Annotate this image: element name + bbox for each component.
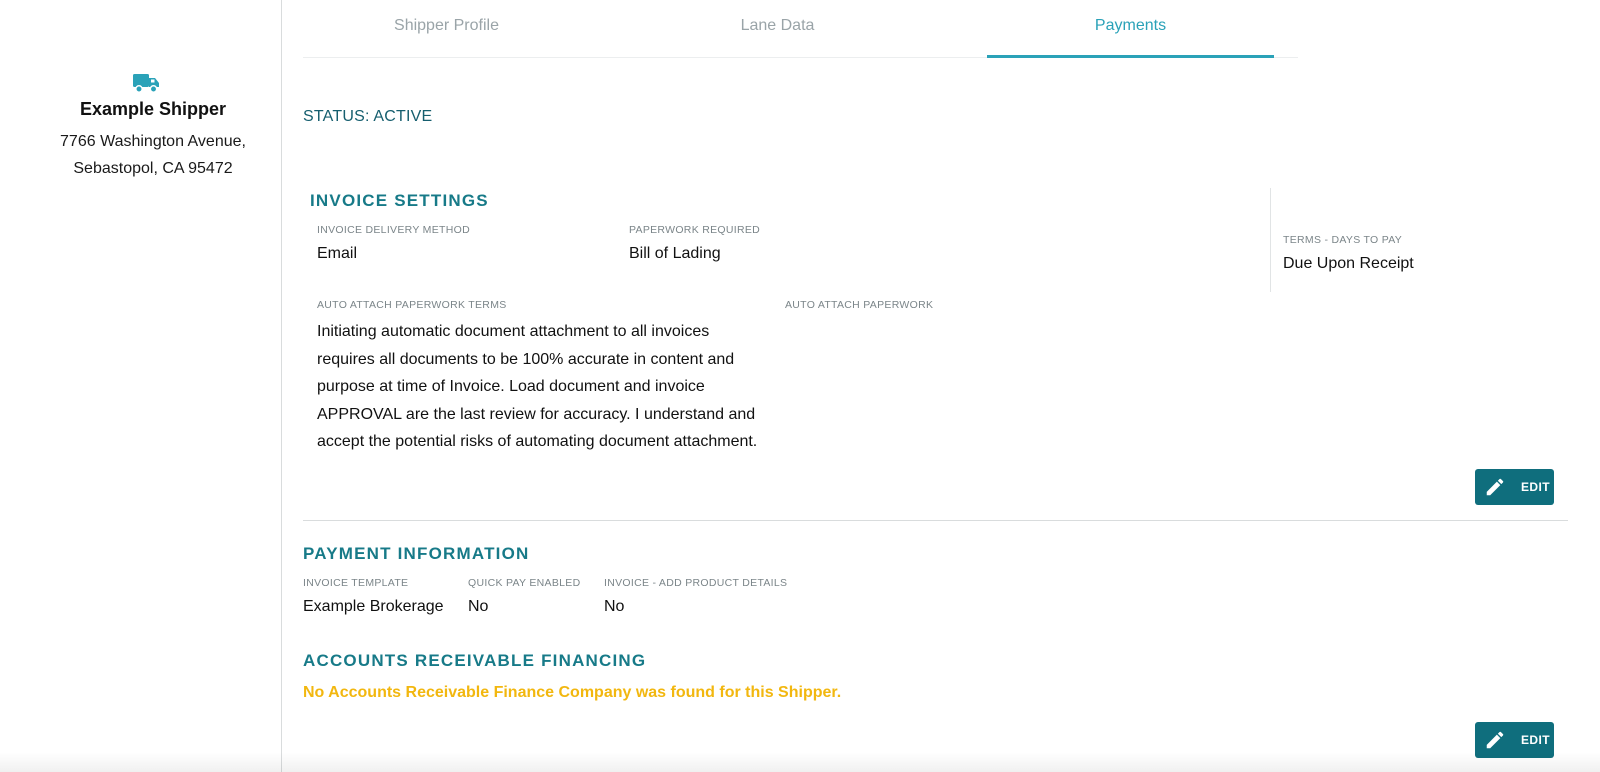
edit-label: EDIT bbox=[1521, 733, 1550, 747]
paperwork-required-value: Bill of Lading bbox=[629, 245, 721, 262]
address-line-2: Sebastopol, CA 95472 bbox=[73, 160, 233, 177]
add-product-details-value: No bbox=[604, 598, 625, 615]
ar-financing-warning: No Accounts Receivable Finance Company w… bbox=[303, 684, 842, 701]
tab-lane-data[interactable]: Lane Data bbox=[634, 0, 921, 58]
page: Example Shipper 7766 Washington Avenue, … bbox=[0, 0, 1600, 772]
quick-pay-enabled-value: No bbox=[468, 598, 489, 615]
auto-attach-terms-label: AUTO ATTACH PAPERWORK TERMS bbox=[317, 299, 507, 311]
invoice-template-value: Example Brokerage bbox=[303, 598, 444, 615]
auto-attach-terms-text: Initiating automatic document attachment… bbox=[317, 323, 758, 451]
bottom-shadow bbox=[0, 752, 1600, 772]
truck-icon bbox=[133, 74, 159, 93]
terms-days-to-pay-value: Due Upon Receipt bbox=[1283, 255, 1414, 272]
terms-days-to-pay-label: TERMS - DAYS TO PAY bbox=[1283, 234, 1403, 246]
edit-label: EDIT bbox=[1521, 480, 1550, 494]
status-text: STATUS: ACTIVE bbox=[303, 108, 433, 125]
add-product-details-label: INVOICE - ADD PRODUCT DETAILS bbox=[604, 577, 788, 589]
edit-invoice-settings-button[interactable]: EDIT bbox=[1475, 469, 1554, 505]
section-divider bbox=[303, 520, 1568, 521]
invoice-settings-title: INVOICE SETTINGS bbox=[310, 191, 489, 210]
vertical-divider bbox=[1270, 188, 1271, 292]
tab-bar: Shipper Profile Lane Data Payments bbox=[303, 0, 1298, 58]
invoice-delivery-method-label: INVOICE DELIVERY METHOD bbox=[317, 224, 470, 236]
pencil-icon bbox=[1486, 478, 1504, 496]
shipper-name: Example Shipper bbox=[79, 99, 227, 119]
tab-shipper-profile[interactable]: Shipper Profile bbox=[303, 0, 590, 58]
quick-pay-enabled-label: QUICK PAY ENABLED bbox=[468, 577, 581, 589]
auto-attach-paperwork-label: AUTO ATTACH PAPERWORK bbox=[785, 299, 934, 311]
pencil-icon bbox=[1486, 731, 1504, 749]
invoice-delivery-method-value: Email bbox=[317, 245, 358, 262]
ar-financing-title: ACCOUNTS RECEIVABLE FINANCING bbox=[303, 651, 647, 670]
payment-information-title: PAYMENT INFORMATION bbox=[303, 544, 530, 563]
shipper-address: 7766 Washington Avenue, Sebastopol, CA 9… bbox=[0, 128, 306, 182]
shipper-sidebar: Example Shipper 7766 Washington Avenue, … bbox=[0, 0, 282, 772]
tab-payments[interactable]: Payments bbox=[987, 0, 1274, 58]
invoice-template-label: INVOICE TEMPLATE bbox=[303, 577, 409, 589]
paperwork-required-label: PAPERWORK REQUIRED bbox=[629, 224, 761, 236]
address-line-1: 7766 Washington Avenue, bbox=[60, 133, 246, 150]
